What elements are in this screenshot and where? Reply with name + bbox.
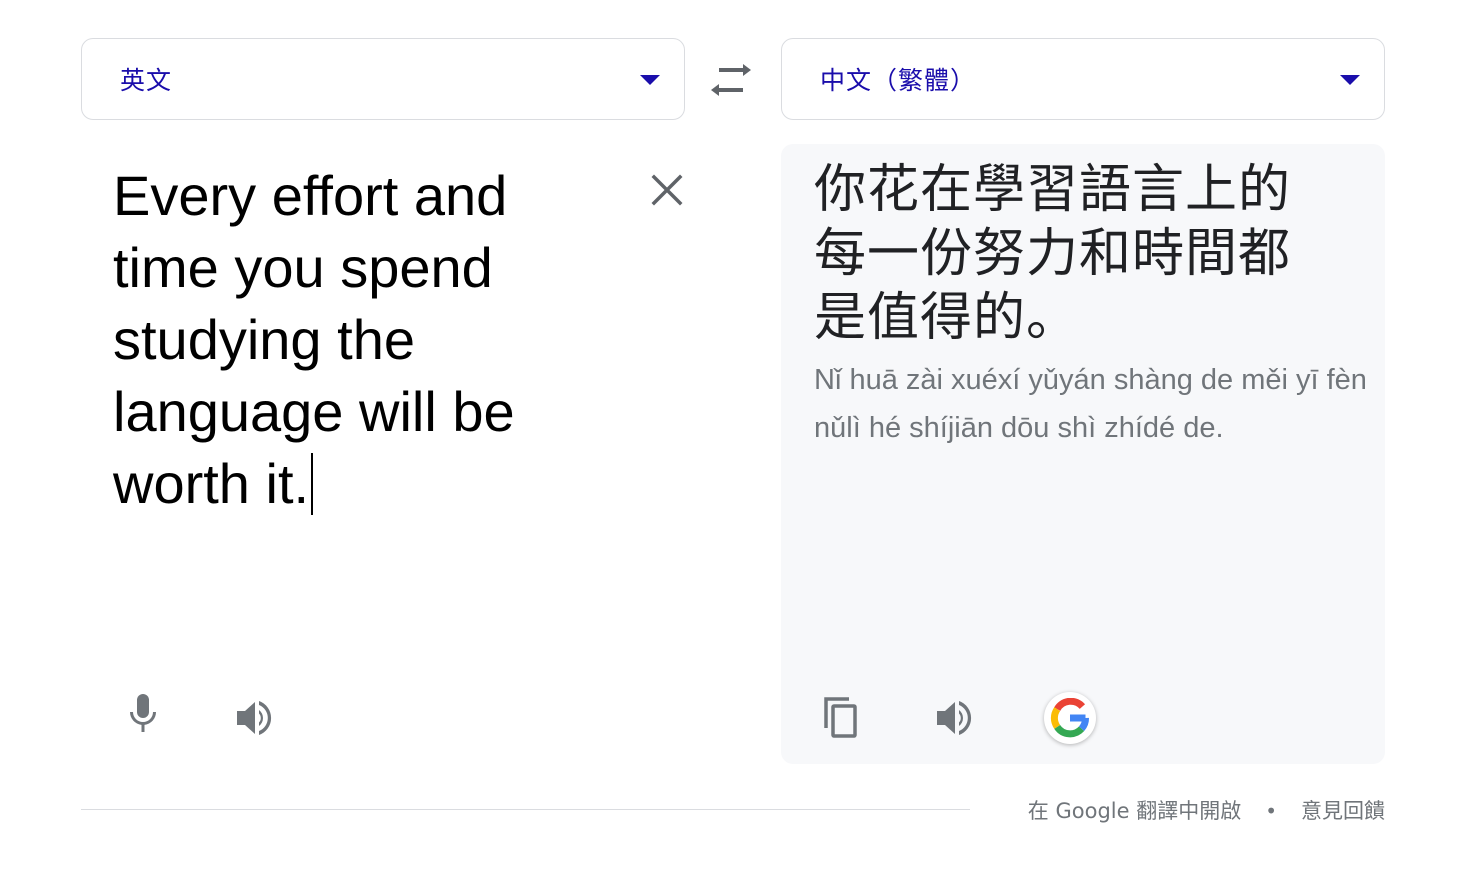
source-language-select[interactable]: 英文 [81,38,685,120]
source-text-input[interactable]: Every effort and time you spend studying… [113,160,553,520]
source-language-label: 英文 [120,66,173,95]
footer-separator: • [1265,799,1277,823]
translation-panel: 你花在學習語言上的每一份努力和時間都是值得的。 Nǐ huā zài xuéxí… [781,144,1385,764]
open-in-google-translate-link[interactable]: 在 Google 翻譯中開啟 [1028,799,1241,823]
listen-translation-button[interactable] [933,696,977,740]
microphone-icon [130,694,156,732]
target-language-label: 中文（繁體） [820,66,977,95]
google-g-icon [1050,698,1089,738]
dropdown-arrow-icon [640,75,660,85]
close-icon [651,174,683,206]
footer-divider [81,809,970,810]
copy-icon [824,697,857,738]
target-language-select[interactable]: 中文（繁體） [781,38,1385,120]
volume-icon [937,701,972,735]
swap-languages-icon [711,64,751,96]
copy-translation-button[interactable] [821,694,865,738]
feedback-link[interactable]: 意見回饋 [1301,799,1385,823]
swap-languages-button[interactable] [707,58,755,102]
translation-text: 你花在學習語言上的每一份努力和時間都是值得的。 [814,160,1292,348]
footer: 在 Google 翻譯中開啟 • 意見回饋 [1028,795,1385,825]
voice-input-button[interactable] [121,692,165,736]
romanization-text: Nǐ huā zài xuéxí yǔyán shàng de měi yī f… [814,364,1367,444]
listen-source-button[interactable] [233,696,277,740]
dropdown-arrow-icon [1340,75,1360,85]
source-text: Every effort and time you spend studying… [113,164,531,515]
volume-icon [237,701,272,735]
source-panel: Every effort and time you spend studying… [81,144,685,764]
open-in-google-button[interactable] [1044,692,1096,744]
clear-source-button[interactable] [649,172,685,208]
text-cursor [311,453,314,515]
